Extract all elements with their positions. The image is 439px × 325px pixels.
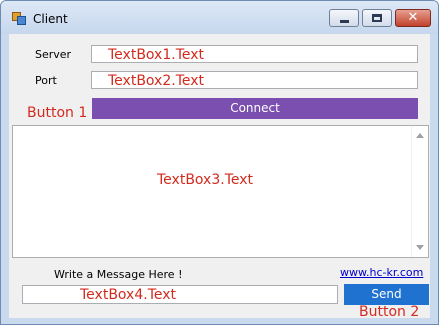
message-textbox-value: TextBox4.Text (80, 287, 177, 303)
scroll-up-icon[interactable] (416, 133, 424, 138)
button2-caption: Button 2 (359, 304, 420, 320)
vertical-scrollbar[interactable] (411, 126, 428, 257)
close-icon: ✕ (407, 10, 419, 25)
maximize-icon (372, 14, 382, 22)
write-message-label: Write a Message Here ! (54, 268, 183, 281)
client-window: Client ✕ Server TextBox1.Text Port TextB… (0, 0, 439, 325)
server-textbox[interactable]: TextBox1.Text (91, 45, 418, 63)
message-textbox[interactable]: TextBox4.Text (22, 285, 338, 304)
port-label: Port (35, 74, 57, 87)
website-link[interactable]: www.hc-kr.com (340, 266, 423, 279)
messages-textbox-value: TextBox3.Text (157, 172, 254, 188)
server-label: Server (35, 48, 72, 61)
port-textbox[interactable]: TextBox2.Text (91, 71, 418, 89)
scroll-down-icon[interactable] (416, 245, 424, 250)
app-icon (12, 12, 26, 25)
maximize-button[interactable] (362, 9, 392, 27)
form-body: Server TextBox1.Text Port TextBox2.Text … (9, 34, 430, 320)
title-bar[interactable]: Client ✕ (1, 1, 438, 34)
window-title: Client (33, 12, 68, 26)
send-button[interactable]: Send (344, 284, 429, 305)
minimize-button[interactable] (329, 9, 359, 27)
minimize-icon (340, 20, 349, 23)
server-textbox-value: TextBox1.Text (108, 47, 205, 63)
button1-caption: Button 1 (27, 105, 88, 121)
messages-textbox[interactable]: TextBox3.Text (12, 125, 429, 258)
close-button[interactable]: ✕ (395, 9, 431, 27)
port-textbox-value: TextBox2.Text (108, 73, 205, 89)
connect-button[interactable]: Connect (92, 98, 418, 119)
